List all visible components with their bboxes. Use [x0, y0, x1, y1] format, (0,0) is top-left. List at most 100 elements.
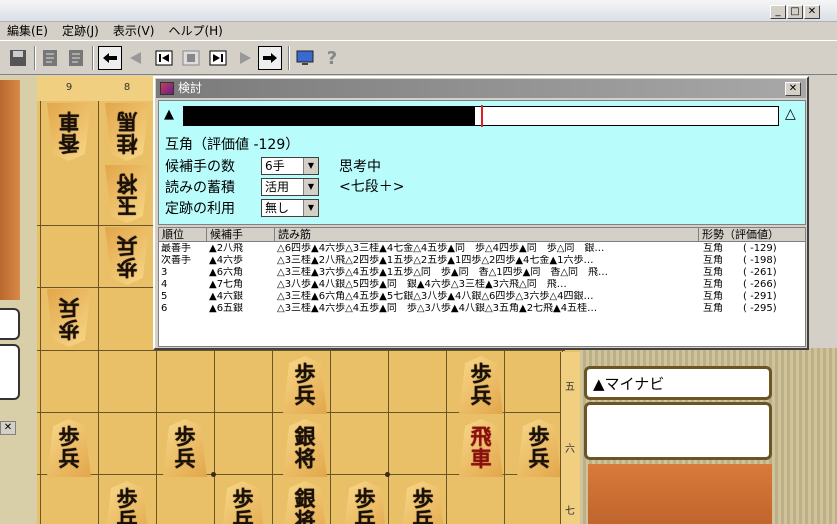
- player-nameplate: ▲マイナビ: [584, 366, 772, 400]
- dialog-titlebar[interactable]: 検討 ✕: [156, 79, 806, 98]
- forward-icon[interactable]: [233, 46, 257, 70]
- piece-ginsho[interactable]: 銀将: [283, 481, 327, 524]
- column-pv[interactable]: 読み筋: [275, 228, 699, 242]
- analysis-status-panel: ▲ △ 互角（評価値 -129） 候補手の数 6手 ▼ 読みの蓄積 活用 ▼ 定跡の…: [158, 100, 806, 225]
- menu-view[interactable]: 表示(V): [106, 22, 162, 40]
- candidate-move: ▲2八飛: [209, 243, 244, 254]
- stop-icon[interactable]: [179, 46, 203, 70]
- piece-fuhyo-gote[interactable]: 歩兵: [105, 227, 149, 285]
- candidate-move: ▲4六銀: [209, 291, 244, 302]
- accumulation-value: 活用: [265, 180, 290, 194]
- piece-stand: [588, 464, 772, 524]
- evaluation-zero-marker: [481, 105, 483, 127]
- prev-icon[interactable]: [98, 46, 122, 70]
- last-icon[interactable]: [206, 46, 230, 70]
- piece-fuhyo[interactable]: 歩兵: [283, 356, 327, 414]
- board-rank-labels: 五 六 七: [560, 352, 580, 524]
- candidate-move: ▲4六歩: [209, 255, 244, 266]
- book-icon[interactable]: [64, 46, 88, 70]
- piece-fuhyo[interactable]: 歩兵: [105, 481, 149, 524]
- candidate-rank: 6: [161, 303, 168, 314]
- close-button[interactable]: ✕: [804, 5, 820, 19]
- left-close-button[interactable]: ✕: [0, 421, 16, 435]
- column-move[interactable]: 候補手: [207, 228, 275, 242]
- captured-pieces-box: [584, 402, 772, 460]
- help-icon[interactable]: ?: [320, 46, 344, 70]
- piece-char: 兵: [528, 446, 550, 471]
- candidate-row[interactable]: 5 ▲4六銀 △3三桂▲6六角△4五歩▲5七銀△3八歩▲4八銀△6四歩△3六歩△4四…: [159, 291, 805, 303]
- piece-char: 兵: [412, 508, 434, 524]
- piece-fuhyo-gote[interactable]: 歩兵: [47, 289, 91, 347]
- minimize-button[interactable]: _: [770, 5, 786, 19]
- dialog-close-button[interactable]: ✕: [785, 82, 801, 96]
- dialog-title: 検討: [178, 81, 203, 95]
- list-header: 順位 候補手 読み筋 形勢（評価値）: [159, 228, 805, 242]
- maximize-button[interactable]: □: [787, 5, 803, 19]
- piece-char: 兵: [116, 508, 138, 524]
- piece-ginsho[interactable]: 銀将: [283, 419, 327, 477]
- candidate-judgement: 互角: [703, 243, 723, 254]
- column-judgement[interactable]: 形勢（評価値）: [699, 228, 805, 242]
- piece-fuhyo[interactable]: 歩兵: [221, 481, 265, 524]
- analysis-dialog: 検討 ✕ ▲ △ 互角（評価値 -129） 候補手の数 6手 ▼ 読みの蓄積 活用…: [153, 76, 809, 350]
- piece-char: 将: [116, 171, 138, 196]
- rank-label: 七: [565, 506, 575, 517]
- piece-fuhyo[interactable]: 歩兵: [517, 419, 561, 477]
- candidate-row[interactable]: 6 ▲6五銀 △3三桂▲4六歩△4五歩▲同 歩△3八歩▲4八銀△3五角▲2七飛▲4五…: [159, 303, 805, 315]
- thinking-status: 思考中: [339, 159, 381, 175]
- save-icon[interactable]: [6, 46, 30, 70]
- piece-char: 歩: [294, 361, 316, 386]
- piece-fuhyo[interactable]: 歩兵: [163, 419, 207, 477]
- candidates-select[interactable]: 6手 ▼: [261, 157, 319, 175]
- candidate-row[interactable]: 次善手 ▲4六歩 △3三桂▲2八飛△2四歩▲1五歩△2五歩▲1四歩△2四歩▲4七金▲…: [159, 255, 805, 267]
- piece-char: 兵: [470, 383, 492, 408]
- book-icon[interactable]: [38, 46, 62, 70]
- piece-char: 歩: [470, 361, 492, 386]
- option-label-joseki: 定跡の利用: [165, 201, 235, 217]
- candidate-judgement: 互角: [703, 303, 723, 314]
- piece-fuhyo[interactable]: 歩兵: [47, 419, 91, 477]
- piece-char: 馬: [116, 109, 138, 134]
- candidate-score: ( -129): [743, 243, 777, 254]
- candidate-row[interactable]: 3 ▲6六角 △3三桂▲3六歩△4五歩▲1五歩△同 歩▲同 香△1四歩▲同 香△同 …: [159, 267, 805, 279]
- first-icon[interactable]: [152, 46, 176, 70]
- candidate-pv: △3八歩▲4八銀△5四歩▲同 銀▲4六歩△3三桂▲3六飛△同 飛…: [277, 279, 567, 290]
- piece-char: 香: [58, 131, 80, 156]
- candidate-row[interactable]: 最善手 ▲2八飛 △6四歩▲4六歩△3三桂▲4七金△4五歩▲同 歩△4四歩▲同 歩△…: [159, 243, 805, 255]
- candidate-score: ( -261): [743, 267, 777, 278]
- joseki-select[interactable]: 無し ▼: [261, 199, 319, 217]
- monitor-icon[interactable]: [293, 46, 317, 70]
- window-controls: _ □ ✕: [770, 5, 820, 19]
- piece-char: 玉: [116, 193, 138, 218]
- piece-fuhyo[interactable]: 歩兵: [459, 356, 503, 414]
- piece-char: 将: [294, 446, 316, 471]
- candidates-value: 6手: [265, 159, 285, 173]
- piece-fuhyo[interactable]: 歩兵: [401, 481, 445, 524]
- candidate-moves-list[interactable]: 順位 候補手 読み筋 形勢（評価値） 最善手 ▲2八飛 △6四歩▲4六歩△3三桂▲4…: [158, 227, 806, 347]
- menu-joseki[interactable]: 定跡(J): [55, 22, 106, 40]
- candidate-row[interactable]: 4 ▲7七角 △3八歩▲4八銀△5四歩▲同 銀▲4六歩△3三桂▲3六飛△同 飛… 互角…: [159, 279, 805, 291]
- piece-char: 桂: [116, 131, 138, 156]
- menu-edit[interactable]: 編集(E): [0, 22, 55, 40]
- candidate-move: ▲6五銀: [209, 303, 244, 314]
- accumulation-select[interactable]: 活用 ▼: [261, 178, 319, 196]
- file-label: 8: [123, 82, 131, 93]
- candidate-judgement: 互角: [703, 291, 723, 302]
- candidate-pv: △3三桂▲6六角△4五歩▲5七銀△3八歩▲4八銀△6四歩△3六歩△4四銀…: [277, 291, 594, 302]
- candidate-rank: 次善手: [161, 255, 191, 266]
- candidate-score: ( -198): [743, 255, 777, 266]
- back-icon[interactable]: [124, 46, 148, 70]
- evaluation-bar-fill: [184, 107, 475, 125]
- candidate-judgement: 互角: [703, 279, 723, 290]
- piece-fuhyo[interactable]: 歩兵: [343, 481, 387, 524]
- candidate-judgement: 互角: [703, 267, 723, 278]
- piece-kyosha-gote[interactable]: 香車: [47, 103, 91, 161]
- piece-char: 車: [470, 446, 492, 471]
- candidate-rank: 5: [161, 291, 168, 302]
- piece-king-gote[interactable]: 玉将: [105, 165, 149, 223]
- piece-hisha[interactable]: 飛車: [459, 419, 503, 477]
- piece-keima-gote[interactable]: 桂馬: [105, 103, 149, 161]
- menu-help[interactable]: ヘルプ(H): [161, 22, 229, 40]
- next-icon[interactable]: [258, 46, 282, 70]
- column-rank[interactable]: 順位: [159, 228, 207, 242]
